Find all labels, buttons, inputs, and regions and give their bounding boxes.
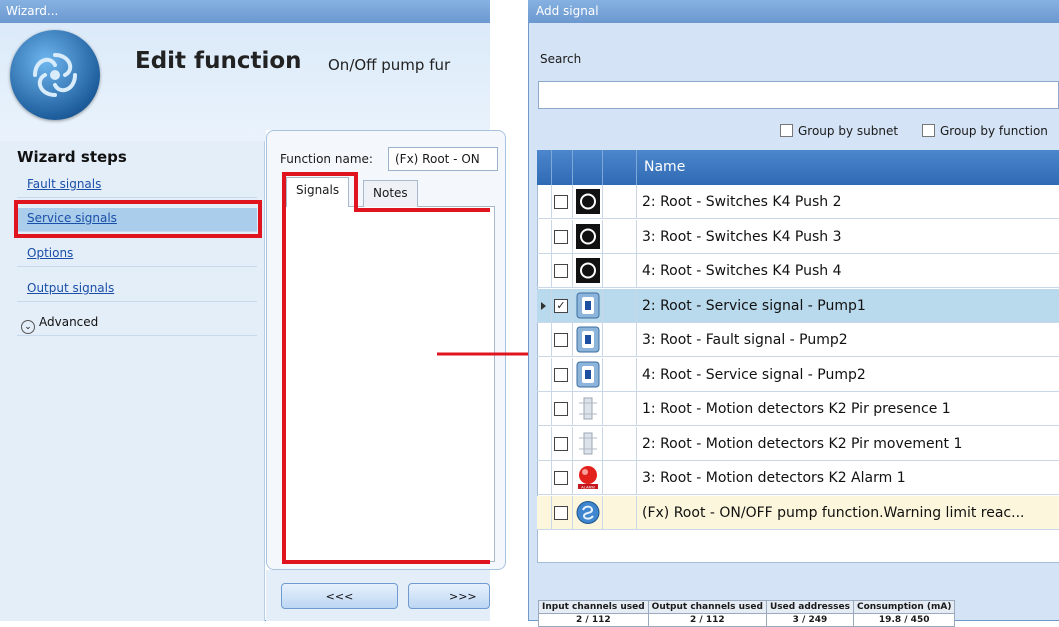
signal-row[interactable]: 4: Root - Service signal - Pump2: [537, 357, 1059, 392]
function-name-label: Function name:: [280, 152, 373, 166]
pump-signal-icon: [575, 361, 601, 388]
signal-name: (Fx) Root - ON/OFF pump function.Warning…: [642, 504, 1025, 521]
previous-button[interactable]: <<<: [281, 583, 398, 609]
tab-notes[interactable]: Notes: [363, 180, 418, 207]
push-button-icon: [575, 223, 601, 250]
row-checkbox[interactable]: [554, 402, 568, 416]
status-value: 2 / 112: [647, 613, 767, 627]
signal-row[interactable]: 2: Root - Motion detectors K2 Pir moveme…: [537, 426, 1059, 461]
signal-row[interactable]: 2: Root - Switches K4 Push 2: [537, 185, 1059, 219]
status-header: Consumption (mA): [852, 600, 956, 614]
row-checkbox[interactable]: [554, 505, 568, 520]
status-value: 3 / 249: [765, 613, 854, 627]
function-icon: [575, 499, 601, 526]
motion-detector-icon: [575, 430, 601, 457]
advanced-label: Advanced: [39, 315, 99, 329]
row-checkbox[interactable]: [554, 333, 568, 347]
signal-name: 4: Root - Switches K4 Push 4: [642, 263, 842, 279]
signal-row[interactable]: ✓ 2: Root - Service signal - Pump1: [537, 288, 1059, 323]
status-header: Output channels used: [647, 600, 767, 614]
group-by-function-checkbox[interactable]: Group by function: [922, 124, 1048, 138]
status-header: Input channels used: [538, 600, 649, 614]
chevron-down-icon: ⌄: [21, 320, 35, 334]
wizard-titlebar: Wizard...: [0, 0, 490, 23]
step-options[interactable]: Options: [17, 243, 257, 267]
step-fault-signals[interactable]: Fault signals: [17, 174, 257, 198]
function-name-input[interactable]: (Fx) Root - ON: [388, 147, 498, 171]
signal-row[interactable]: (Fx) Root - ON/OFF pump function.Warning…: [537, 495, 1059, 530]
signal-row[interactable]: ALARM 3: Root - Motion detectors K2 Alarm…: [537, 461, 1059, 495]
app-logo-icon: [10, 30, 100, 120]
motion-detector-icon: [575, 395, 601, 422]
signal-name: 2: Root - Service signal - Pump1: [642, 297, 866, 314]
signal-name: 3: Root - Motion detectors K2 Alarm 1: [642, 470, 906, 486]
signal-name: 1: Root - Motion detectors K2 Pir presen…: [642, 401, 951, 417]
function-subtitle: On/Off pump fur: [328, 56, 451, 74]
group-by-subnet-checkbox[interactable]: Group by subnet: [780, 124, 898, 138]
tab-signals[interactable]: Signals: [286, 177, 350, 207]
signal-row[interactable]: 1: Root - Motion detectors K2 Pir presen…: [537, 392, 1059, 426]
svg-text:ALARM: ALARM: [581, 485, 595, 490]
status-value: 2 / 112: [538, 613, 649, 627]
checkbox-icon: [780, 124, 793, 137]
pump-signal-icon: [575, 326, 601, 353]
row-checkbox[interactable]: [554, 471, 568, 485]
row-checkbox[interactable]: [554, 264, 568, 278]
wizard-steps-title: Wizard steps: [17, 148, 127, 166]
status-header: Used addresses: [765, 600, 854, 614]
search-input[interactable]: [538, 81, 1059, 109]
signal-name: 3: Root - Fault signal - Pump2: [642, 332, 848, 348]
advanced-expander[interactable]: ⌄ Advanced: [17, 312, 257, 336]
page-title: Edit function: [135, 48, 302, 74]
column-header-name[interactable]: Name: [644, 159, 685, 175]
row-checkbox[interactable]: [554, 436, 568, 451]
grid-header: [537, 150, 1059, 185]
highlight-frame-service-signals: [14, 200, 262, 238]
push-button-icon: [575, 257, 601, 284]
signal-row[interactable]: 3: Root - Fault signal - Pump2: [537, 323, 1059, 357]
usage-status-table: Input channels used Output channels used…: [538, 600, 956, 627]
row-checkbox[interactable]: ✓: [554, 298, 568, 313]
row-pointer-icon: [541, 301, 546, 310]
add-signal-titlebar: Add signal: [528, 0, 1059, 23]
next-button[interactable]: >>>: [408, 583, 490, 609]
pump-signal-icon: [575, 292, 601, 319]
alarm-icon: ALARM: [575, 464, 601, 491]
row-checkbox[interactable]: [554, 367, 568, 382]
push-button-icon: [575, 188, 601, 215]
search-label: Search: [540, 52, 582, 66]
checkbox-icon: [922, 124, 935, 137]
signal-name: 3: Root - Switches K4 Push 3: [642, 228, 842, 245]
signals-tab-content: [285, 206, 495, 562]
signal-name: 2: Root - Motion detectors K2 Pir moveme…: [642, 435, 963, 452]
row-checkbox[interactable]: [554, 195, 568, 209]
row-checkbox[interactable]: [554, 229, 568, 244]
step-output-signals[interactable]: Output signals: [17, 278, 257, 302]
signal-name: 4: Root - Service signal - Pump2: [642, 366, 866, 383]
signal-name: 2: Root - Switches K4 Push 2: [642, 194, 842, 210]
signal-row[interactable]: 4: Root - Switches K4 Push 4: [537, 254, 1059, 288]
signal-row[interactable]: 3: Root - Switches K4 Push 3: [537, 219, 1059, 254]
status-value: 19.8 / 450: [852, 613, 956, 627]
